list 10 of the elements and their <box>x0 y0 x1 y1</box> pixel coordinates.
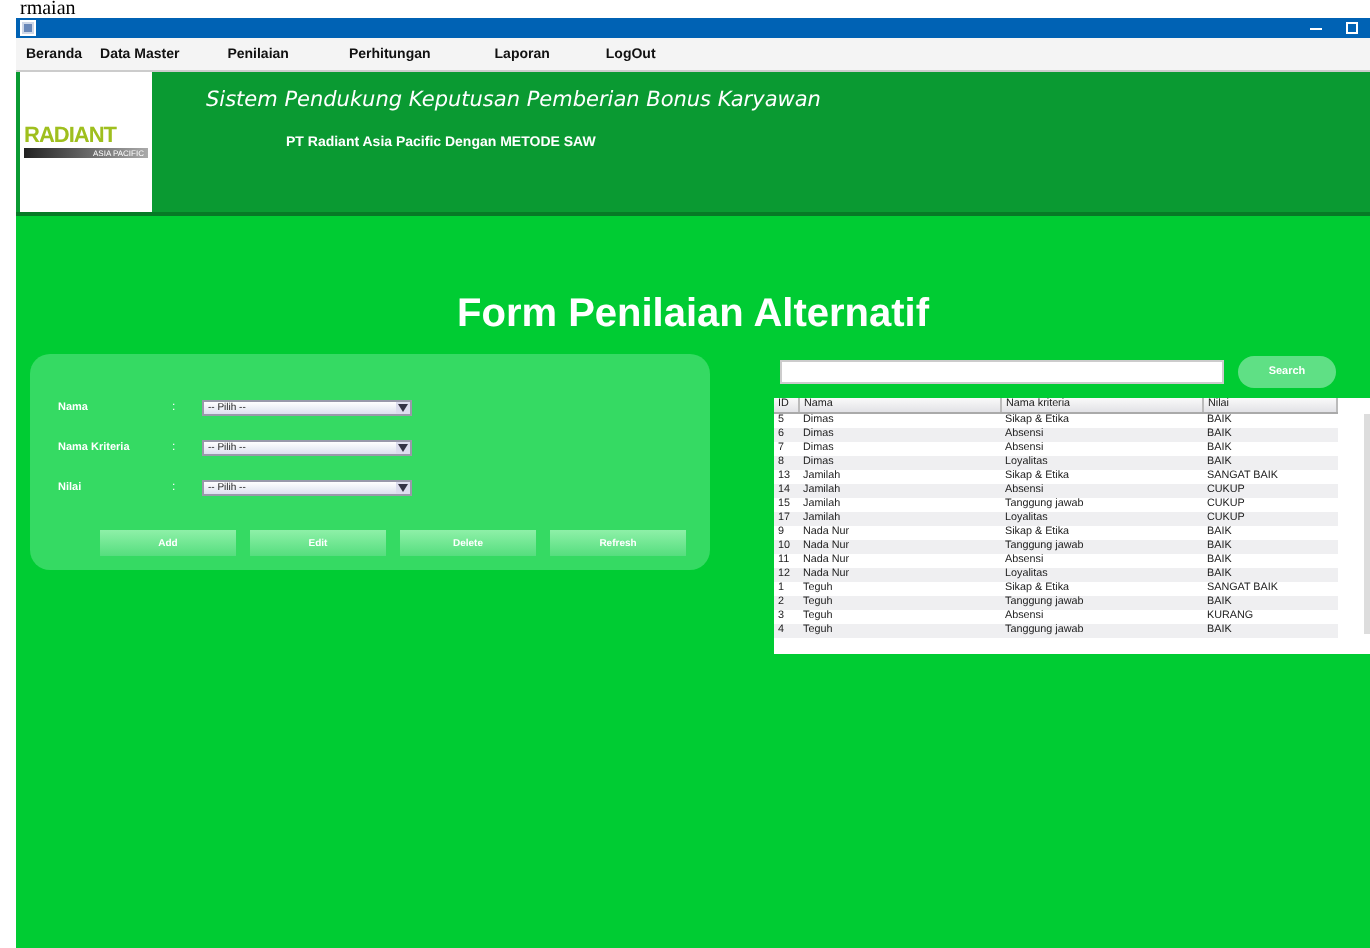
search-field[interactable] <box>780 360 1224 384</box>
app-title: Sistem Pendukung Keputusan Pemberian Bonus Karyawan <box>206 88 821 112</box>
scrollbar[interactable] <box>1364 414 1370 634</box>
form-title: Form Penilaian Alternatif <box>455 292 932 338</box>
dropdown-arrow-icon <box>398 484 408 492</box>
dropdown-arrow-icon <box>398 404 408 412</box>
dropdown-arrow-icon <box>398 444 408 452</box>
maximize-icon[interactable] <box>1346 22 1358 34</box>
minimize-icon[interactable] <box>1310 22 1322 34</box>
document-text: rmaian <box>18 0 78 18</box>
